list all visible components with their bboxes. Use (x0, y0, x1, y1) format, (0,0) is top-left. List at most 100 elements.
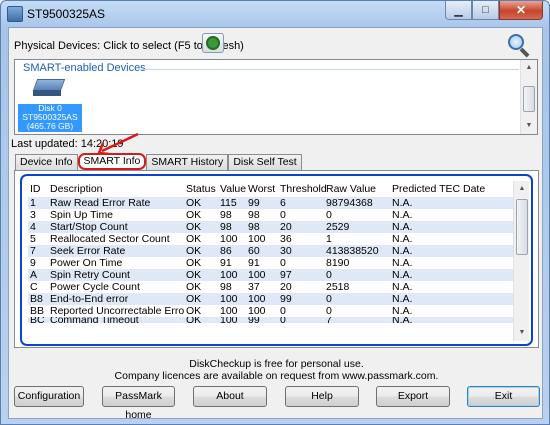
col-header-raw-value[interactable]: Raw Value (324, 181, 390, 197)
table-cell: N.A. (390, 245, 513, 257)
device-item-size: (465.76 GB) (26, 121, 74, 131)
table-cell: OK (184, 245, 218, 257)
table-cell: 98 (218, 221, 246, 233)
table-row[interactable]: 7 Seek Error Rate OK 86 60 30 413838520 N.A. (28, 245, 513, 257)
devices-list[interactable]: SMART-enabled Devices Disk 0 ST9500325AS… (14, 59, 538, 135)
table-cell: 8190 (326, 257, 350, 269)
table-cell: 5 (30, 233, 36, 245)
col-header-threshold[interactable]: Threshold (278, 181, 327, 197)
table-row[interactable]: 4 Start/Stop Count OK 98 98 20 2529 N.A. (28, 221, 513, 233)
table-row[interactable]: 1 Raw Read Error Rate OK 115 99 6 98794368 N.A. (28, 197, 513, 209)
table-row[interactable]: BB Reported Uncorrectable Errors OK 100 100 0… (28, 305, 513, 317)
export-button[interactable]: Export (376, 386, 450, 407)
smart-table-scrollbar[interactable]: ▲ ▼ (513, 181, 529, 341)
table-cell: OK (186, 233, 202, 245)
table-cell: N.A. (390, 317, 513, 323)
table-row[interactable]: 3 Spin Up Time OK 98 98 0 0 N.A. (28, 209, 513, 221)
table-cell: 99 (246, 317, 278, 323)
group-divider (139, 69, 519, 70)
table-row[interactable]: 9 Power On Time OK 91 91 0 8190 N.A. (28, 257, 513, 269)
maximize-button[interactable]: □ (472, 1, 499, 20)
exit-button[interactable]: Exit (467, 386, 540, 407)
table-row[interactable]: A Spin Retry Count OK 100 100 97 0 N.A. (28, 269, 513, 281)
table-cell: Reported Uncorrectable Errors (50, 305, 184, 317)
table-cell: N.A. (392, 281, 413, 293)
table-cell: 100 (220, 305, 238, 317)
col-header-id[interactable]: ID (28, 181, 48, 197)
table-cell: OK (186, 257, 202, 269)
about-button[interactable]: About (193, 386, 267, 407)
table-cell: 0 (326, 209, 332, 221)
tab-smart-info[interactable]: SMART Info (77, 153, 147, 170)
window-title: ST9500325AS (27, 7, 106, 21)
minimize-button[interactable]: ▁ (445, 1, 472, 20)
disk-icon[interactable] (32, 79, 66, 97)
table-cell: 100 (248, 233, 266, 245)
app-window: ST9500325AS ▁ □ ✕ Physical Devices: Clic… (0, 0, 550, 425)
table-cell: OK (184, 197, 218, 209)
table-cell: Power Cycle Count (50, 281, 140, 293)
table-cell: 100 (246, 269, 278, 281)
table-cell: 100 (220, 233, 238, 245)
magnifier-icon[interactable] (506, 32, 532, 58)
close-button[interactable]: ✕ (499, 1, 543, 20)
client-area: Physical Devices: Click to select (F5 to… (8, 27, 544, 421)
table-row[interactable]: BC Command Timeout OK 100 99 0 7 N.A. (28, 317, 513, 323)
table-cell: A (28, 269, 48, 281)
scroll-down-icon[interactable]: ▼ (521, 118, 537, 134)
tab-smart-history[interactable]: SMART History (146, 154, 229, 170)
table-cell: N.A. (390, 197, 513, 209)
table-cell: OK (186, 281, 202, 293)
table-cell: B8 (28, 293, 48, 305)
table-scroll-thumb[interactable] (516, 199, 528, 255)
device-item-disk0[interactable]: Disk 0 ST9500325AS (465.76 GB) (18, 104, 82, 132)
col-header-description[interactable]: Description (48, 181, 184, 197)
table-scroll-down-icon[interactable]: ▼ (514, 325, 530, 341)
table-cell: 100 (218, 317, 246, 323)
table-cell: 100 (218, 293, 246, 305)
license-notice-line1: DiskCheckup is free for personal use. (189, 358, 364, 370)
table-cell: N.A. (390, 269, 513, 281)
table-cell: 2529 (324, 221, 390, 233)
col-header-predicted-tec-date[interactable]: Predicted TEC Date (390, 181, 513, 197)
scroll-up-icon[interactable]: ▲ (521, 60, 537, 76)
table-cell: 99 (278, 293, 324, 305)
table-cell: 9 (30, 257, 36, 269)
table-cell: 0 (324, 293, 390, 305)
table-cell: 99 (246, 197, 278, 209)
table-header-row: ID Description Status Value Worst Thresh… (28, 181, 513, 197)
table-row[interactable]: B8 End-to-End error OK 100 100 99 0 N.A. (28, 293, 513, 305)
table-cell: 100 (218, 269, 246, 281)
table-row[interactable]: C Power Cycle Count OK 98 37 20 2518 N.A. (28, 281, 513, 293)
configuration-button[interactable]: Configuration (14, 386, 84, 407)
table-cell: OK (184, 293, 218, 305)
devices-scrollbar[interactable]: ▲ ▼ (520, 60, 537, 134)
table-cell: OK (186, 209, 202, 221)
table-cell: 3 (30, 209, 36, 221)
table-cell: 413838520 (324, 245, 390, 257)
col-header-value[interactable]: Value (218, 181, 246, 197)
title-bar[interactable]: ST9500325AS ▁ □ ✕ (1, 1, 549, 27)
table-cell: BC (28, 317, 48, 323)
smart-table: ID Description Status Value Worst Thresh… (28, 181, 513, 323)
refresh-button[interactable] (202, 33, 224, 53)
help-button[interactable]: Help (285, 386, 359, 407)
table-cell: 98 (246, 221, 278, 233)
table-cell: 2518 (326, 281, 350, 293)
table-cell: 7 (28, 245, 48, 257)
tab-device-info[interactable]: Device Info (15, 154, 78, 170)
col-header-worst[interactable]: Worst (246, 181, 278, 197)
table-cell: End-to-End error (48, 293, 184, 305)
table-cell: 91 (248, 257, 260, 269)
passmark-home-button[interactable]: PassMark home (102, 386, 175, 421)
table-scroll-up-icon[interactable]: ▲ (514, 181, 530, 197)
table-cell: Command Timeout (48, 317, 184, 323)
scroll-thumb[interactable] (523, 86, 535, 112)
tab-disk-self-test[interactable]: Disk Self Test (228, 154, 302, 170)
table-row[interactable]: 5 Reallocated Sector Count OK 100 100 36 1 N.A. (28, 233, 513, 245)
table-cell: 98 (220, 281, 232, 293)
col-header-status[interactable]: Status (184, 181, 218, 197)
smart-info-panel: ID Description Status Value Worst Thresh… (14, 170, 539, 348)
table-cell: 0 (278, 317, 324, 323)
button-row: Configuration PassMark home About Help E… (9, 386, 544, 421)
